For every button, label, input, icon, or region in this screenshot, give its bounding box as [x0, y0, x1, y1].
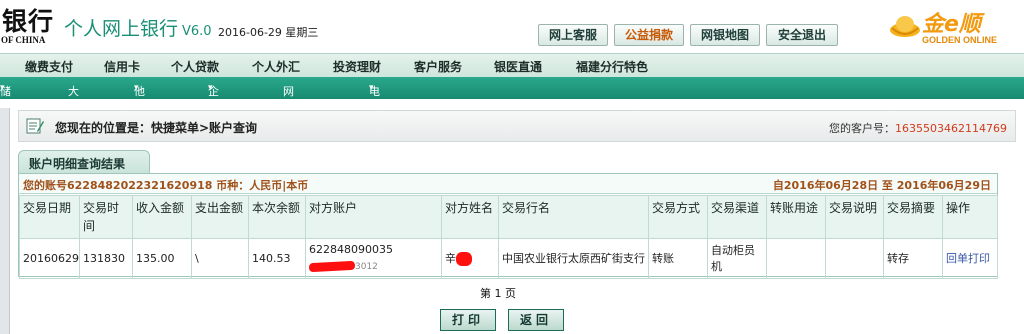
golden-online-logo: 金e顺 GOLDEN ONLINE	[888, 4, 1022, 50]
cell-bank-name: 中国农业银行太原西矿街支行	[498, 238, 649, 279]
nav-item-credit-card[interactable]: 信用卡	[104, 58, 140, 75]
cell-expense: \	[191, 238, 249, 279]
col-header-method: 交易方式	[648, 195, 708, 239]
col-header-action: 操作	[942, 195, 998, 239]
bank-map-button[interactable]: 网银地图	[690, 24, 760, 46]
site-title: 个人网上银行 V6.0	[64, 14, 212, 41]
col-header-date: 交易日期	[19, 195, 80, 239]
nav-item-hospital[interactable]: 银医直通	[494, 58, 542, 75]
counter-name: 辛	[445, 251, 456, 265]
col-header-time: 交易时间	[79, 195, 133, 239]
customer-no-value: 1635503462114769	[895, 122, 1007, 135]
table-row: 20160629 131830 135.00 \ 140.53 62284809…	[19, 238, 998, 279]
redaction-mark	[308, 260, 356, 272]
page-indicator: 第 1 页	[480, 287, 516, 300]
date-range: 自2016年06月28日 至 2016年06月29日	[772, 179, 991, 192]
notepad-icon	[26, 118, 44, 134]
col-header-summary: 交易摘要	[883, 195, 943, 239]
nav-item-customer-service[interactable]: 客户服务	[414, 58, 462, 75]
cell-summary: 转存	[883, 238, 943, 279]
cell-counter-name: 辛	[441, 238, 499, 279]
col-header-income: 收入金额	[132, 195, 192, 239]
header: 银行 OF CHINA 个人网上银行 V6.0 2016-06-29 星期三 网上…	[0, 0, 1024, 50]
chevron-down-icon: ▾	[369, 83, 374, 93]
col-header-bank-name: 交易行名	[498, 195, 649, 239]
print-receipt-link[interactable]: 回单打印	[946, 252, 990, 265]
main-nav: 缴费支付 信用卡 个人贷款 个人外汇 投资理财 客户服务 银医直通 福建分行特色	[0, 53, 1024, 77]
site-version: V6.0	[182, 24, 212, 39]
nav-item-forex[interactable]: 个人外汇	[252, 58, 300, 75]
cell-counter-account: 622848090035 3012	[305, 238, 442, 279]
customer-label: 您的客户号：	[829, 122, 895, 135]
results-panel: 您的账号6228482022321620918 币种：人民币|本币 自2016年…	[18, 173, 998, 279]
sub-nav: 储蓄业务 ▾ 大额存单 他行账户 ▾ 企业服务 ▾ 网银交易查询 电子回单 ▾	[0, 77, 1024, 178]
cell-note	[825, 238, 884, 279]
cell-action: 回单打印	[942, 238, 998, 279]
customer-number: 您的客户号：1635503462114769	[829, 120, 1007, 136]
charity-donation-button[interactable]: 公益捐款	[614, 24, 684, 46]
sidebar-collapsed[interactable]	[0, 108, 10, 334]
col-header-balance: 本次余额	[248, 195, 306, 239]
logo-text-en: GOLDEN ONLINE	[922, 35, 998, 45]
col-header-expense: 支出金额	[191, 195, 249, 239]
account-info: 您的账号6228482022321620918 币种：人民币|本币	[23, 179, 309, 192]
transaction-table: 交易日期 交易时间 收入金额 支出金额 本次余额 对方账户 对方姓名 交易行名 …	[19, 195, 998, 279]
col-header-note: 交易说明	[825, 195, 884, 239]
cell-method: 转账	[648, 238, 708, 279]
cell-channel: 自动柜员机	[707, 238, 767, 279]
nav-item-personal-loan[interactable]: 个人贷款	[171, 58, 219, 75]
nav-item-payment[interactable]: 缴费支付	[25, 58, 73, 75]
chevron-down-icon: ▾	[208, 83, 213, 93]
nav-item-fujian[interactable]: 福建分行特色	[576, 58, 648, 75]
tab-account-details[interactable]: 账户明细查询结果	[18, 150, 150, 174]
bank-name: 银行	[2, 7, 55, 36]
location-bar: 您现在的位置是：快捷菜单>账户查询 您的客户号：1635503462114769	[18, 110, 1016, 142]
col-header-purpose: 转账用途	[766, 195, 826, 239]
header-date: 2016-06-29 星期三	[218, 26, 319, 39]
col-header-counter-name: 对方姓名	[441, 195, 499, 239]
online-service-button[interactable]: 网上客服	[538, 24, 608, 46]
col-header-channel: 交易渠道	[707, 195, 767, 239]
cell-balance: 140.53	[248, 238, 306, 279]
breadcrumb: 您现在的位置是：快捷菜单>账户查询	[55, 121, 258, 135]
redaction-mark	[456, 251, 472, 266]
chevron-down-icon: ▾	[0, 83, 5, 93]
bank-name-en: OF CHINA	[1, 35, 46, 45]
ingot-icon	[890, 16, 920, 37]
col-header-counter-account: 对方账户	[305, 195, 442, 239]
site-title-text: 个人网上银行	[64, 18, 179, 40]
tab-label: 账户明细查询结果	[29, 157, 126, 171]
counter-account-prefix: 622848090035	[309, 243, 393, 256]
chevron-down-icon: ▾	[134, 83, 139, 93]
table-header-row: 交易日期 交易时间 收入金额 支出金额 本次余额 对方账户 对方姓名 交易行名 …	[19, 195, 998, 239]
back-button[interactable]: 返回	[508, 309, 564, 331]
account-summary: 您的账号6228482022321620918 币种：人民币|本币 自2016年…	[19, 174, 997, 194]
logout-button[interactable]: 安全退出	[766, 24, 838, 46]
cell-date: 20160629	[19, 238, 80, 279]
logo-text: 金e顺	[922, 12, 981, 37]
cell-purpose	[766, 238, 826, 279]
nav-item-investment[interactable]: 投资理财	[333, 58, 381, 75]
cell-time: 131830	[79, 238, 133, 279]
cell-income: 135.00	[132, 238, 192, 279]
counter-account-suffix: 3012	[355, 262, 378, 272]
print-button[interactable]: 打印	[440, 309, 496, 331]
